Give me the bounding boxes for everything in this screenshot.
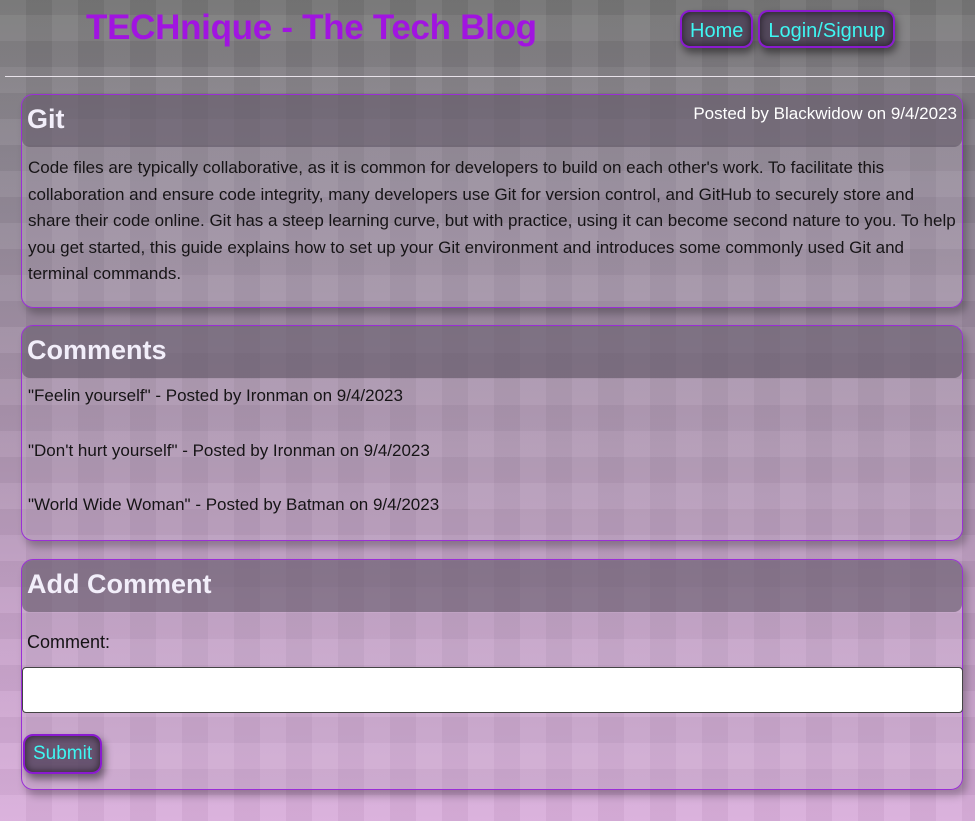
comment-item: "World Wide Woman" - Posted by Batman on… xyxy=(28,495,440,514)
comment-item: "Don't hurt yourself" - Posted by Ironma… xyxy=(28,440,430,460)
comment-form: Comment: Submit xyxy=(22,632,963,774)
comment-item: "Feelin yourself" - Posted by Ironman on… xyxy=(28,386,403,405)
add-comment-header: Add Comment xyxy=(22,560,962,612)
post-card: Git Posted by Blackwidow on 9/4/2023 Cod… xyxy=(21,94,963,308)
submit-button[interactable]: Submit xyxy=(23,734,103,774)
comments-card: Comments "Feelin yourself" - Posted by I… xyxy=(21,325,963,541)
post-body: Code files are typically collaborative, … xyxy=(28,158,956,283)
home-button[interactable]: Home xyxy=(680,10,754,48)
comments-heading: Comments xyxy=(27,335,167,365)
post-meta: Posted by Blackwidow on 9/4/2023 xyxy=(693,104,957,123)
login-signup-button[interactable]: Login/Signup xyxy=(758,10,896,48)
header-divider xyxy=(5,76,975,77)
main-nav: Home Login/Signup xyxy=(680,10,896,48)
post-header: Git Posted by Blackwidow on 9/4/2023 xyxy=(22,95,962,147)
site-header: TECHnique - The Tech Blog Home Login/Sig… xyxy=(0,0,975,77)
comment-list: "Feelin yourself" - Posted by Ironman on… xyxy=(22,378,962,530)
comments-header: Comments xyxy=(22,326,962,378)
add-comment-heading: Add Comment xyxy=(27,569,212,599)
add-comment-card: Add Comment Comment: Submit xyxy=(21,559,963,790)
site-title: TECHnique - The Tech Blog xyxy=(86,8,537,47)
post-title: Git xyxy=(27,104,65,134)
comment-input[interactable] xyxy=(22,667,963,713)
comment-label: Comment: xyxy=(27,632,111,652)
